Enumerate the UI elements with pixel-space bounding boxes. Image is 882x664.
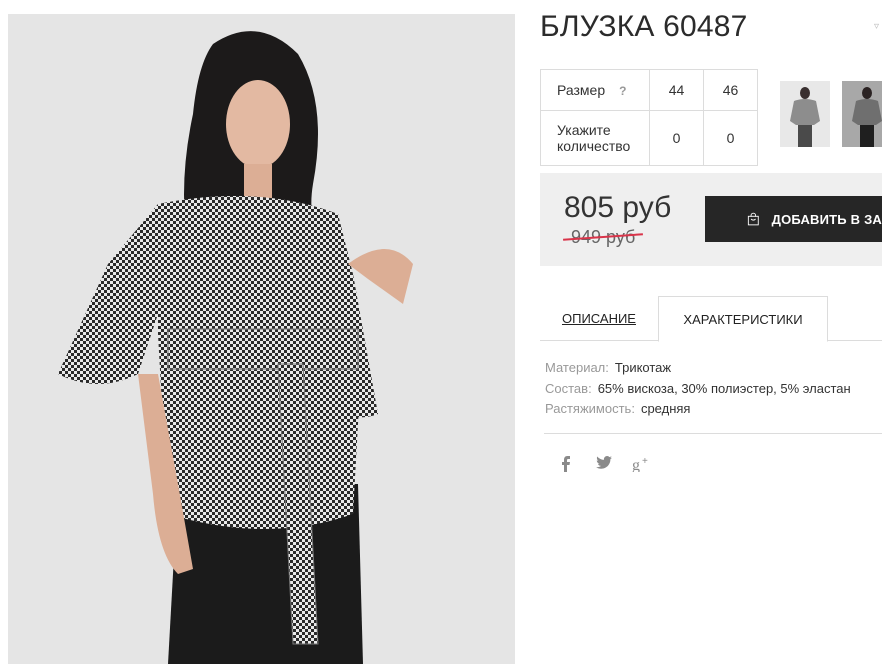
spec-value: Трикотаж [614, 360, 672, 375]
characteristics-list: Материал: Трикотаж Состав: 65% вискоза, 30… [545, 358, 851, 420]
spec-row: Материал: Трикотаж [545, 358, 851, 379]
product-thumbnail[interactable] [842, 81, 882, 147]
google-plus-icon[interactable]: g + [632, 456, 652, 476]
tab-characteristics[interactable]: ХАРАКТЕРИСТИКИ [658, 296, 828, 342]
quantity-label: Укажите количество [557, 122, 631, 154]
social-share: g + [556, 456, 652, 476]
svg-text:+: + [642, 456, 648, 467]
spec-value: 65% вискоза, 30% полиэстер, 5% эластан [597, 380, 851, 396]
svg-text:g: g [632, 457, 640, 472]
product-thumbnail[interactable] [780, 81, 830, 147]
spec-key: Растяжимость: [545, 401, 635, 416]
add-to-cart-button[interactable]: ДОБАВИТЬ В ЗА [705, 196, 882, 242]
size-help-icon[interactable]: ? [619, 84, 626, 98]
spec-row: Растяжимость: средняя [545, 399, 851, 420]
size-option-46[interactable]: 46 [703, 69, 758, 111]
twitter-icon[interactable] [594, 456, 614, 476]
quantity-label-cell: Укажите количество [540, 110, 650, 166]
product-main-image[interactable] [8, 14, 515, 664]
old-price: 949 руб [571, 227, 636, 247]
size-table: Размер? 44 46 Укажите количество 0 0 [540, 69, 758, 166]
size-label: Размер [557, 82, 606, 98]
facebook-icon[interactable] [556, 456, 576, 476]
filter-icon[interactable]: ▿ [874, 22, 882, 32]
spec-value: средняя [640, 401, 691, 416]
product-tabs: ОПИСАНИЕ ХАРАКТЕРИСТИКИ [540, 296, 882, 342]
size-option-44[interactable]: 44 [649, 69, 704, 111]
quantity-input-44[interactable]: 0 [649, 110, 704, 166]
current-price: 805 руб [564, 191, 672, 224]
tab-description[interactable]: ОПИСАНИЕ [540, 296, 658, 341]
add-to-cart-label: ДОБАВИТЬ В ЗА [771, 211, 882, 227]
product-title: БЛУЗКА 60487 [540, 10, 748, 43]
price-box: 805 руб 949 руб ДОБАВИТЬ В ЗА [540, 173, 882, 266]
divider [544, 433, 882, 434]
spec-key: Материал: [545, 360, 609, 375]
shopping-bag-icon [747, 212, 759, 226]
size-label-cell: Размер? [540, 69, 650, 111]
quantity-input-46[interactable]: 0 [703, 110, 758, 166]
spec-key: Состав: [545, 380, 592, 396]
spec-row: Состав: 65% вискоза, 30% полиэстер, 5% эл… [545, 379, 851, 400]
